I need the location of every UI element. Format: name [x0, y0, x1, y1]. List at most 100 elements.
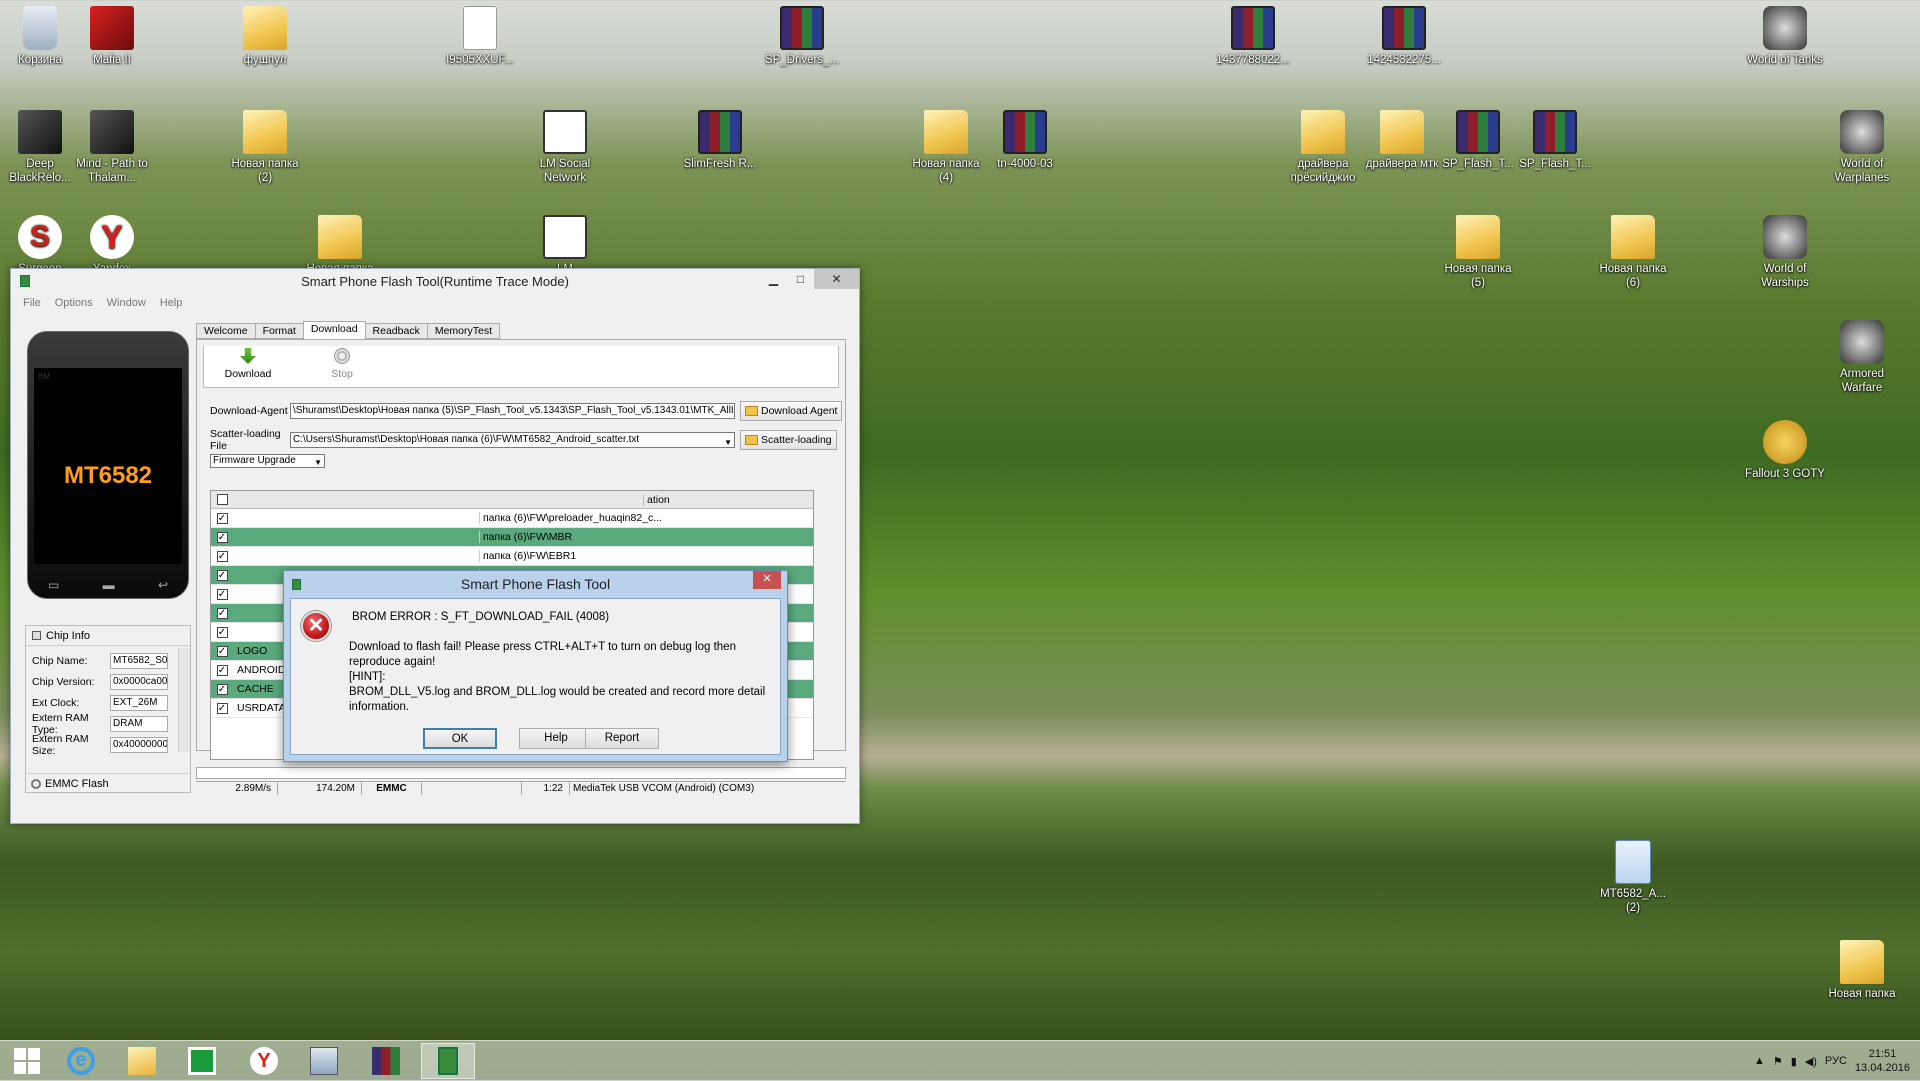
scatter-loading-button[interactable]: Scatter-loading — [740, 430, 837, 450]
desktop-icon[interactable]: Новая папка (5) — [1438, 215, 1518, 290]
partition-checkbox[interactable]: ✓ — [216, 607, 228, 619]
close-button[interactable]: ✕ — [814, 269, 859, 289]
desktop-icon[interactable]: Новая папка — [1822, 940, 1902, 1001]
desktop-icon[interactable]: LM Social Network — [525, 110, 605, 185]
desktop-icon[interactable]: World of Warships — [1745, 215, 1825, 290]
partition-row[interactable]: ✓ папка (6)\FW\preloader_huaqin82_c... — [211, 509, 813, 528]
desktop-icon[interactable]: SlimFresh R... — [680, 110, 760, 171]
tab-welcome[interactable]: Welcome — [196, 323, 256, 339]
scatter-value: C:\Users\Shuramst\Desktop\Новая папка (6… — [293, 434, 640, 445]
clock[interactable]: 21:51 13.04.2016 — [1855, 1047, 1910, 1075]
show-hidden-icons-icon[interactable]: ▲ — [1754, 1055, 1765, 1067]
scatter-input[interactable]: C:\Users\Shuramst\Desktop\Новая папка (6… — [290, 432, 735, 448]
desktop-icon[interactable]: Mind - Path to Thalam... — [72, 110, 152, 185]
chip-info-header[interactable]: Chip Info — [26, 626, 190, 646]
dialog-close-button[interactable]: ✕ — [753, 571, 781, 589]
partition-checkbox[interactable]: ✓ — [216, 645, 228, 657]
partition-checkbox[interactable]: ✓ — [216, 512, 228, 524]
tab-memorytest[interactable]: MemoryTest — [426, 323, 501, 339]
status-bar: 2.89M/s 174.20M EMMC 1:22 MediaTek USB V… — [196, 781, 846, 795]
taskbar-flash-tool[interactable] — [421, 1043, 475, 1079]
firmware-mode-select[interactable]: Firmware Upgrade ▼ — [210, 454, 325, 468]
language-indicator[interactable]: РУС — [1825, 1055, 1847, 1067]
dialog-titlebar[interactable]: Smart Phone Flash Tool ✕ — [284, 571, 787, 598]
desktop-icon-label: фушпул — [243, 54, 287, 66]
start-button[interactable] — [0, 1043, 54, 1079]
desktop-icon[interactable]: tn-4000-03 — [985, 110, 1065, 171]
download-agent-input[interactable]: \Shuramst\Desktop\Новая папка (5)\SP_Fla… — [290, 403, 735, 419]
desktop-icon[interactable]: MT6582_A... (2) — [1593, 840, 1673, 915]
partition-checkbox[interactable]: ✓ — [216, 588, 228, 600]
taskbar-yandex[interactable]: Y — [237, 1043, 291, 1079]
maximize-button[interactable]: □ — [787, 269, 814, 289]
stop-button[interactable]: Stop — [312, 348, 372, 380]
desktop-icon[interactable]: драйвера мтк — [1362, 110, 1442, 171]
chip-field-value[interactable]: EXT_26M — [110, 694, 168, 711]
chip-field-value[interactable]: MT6582_S00 — [110, 652, 168, 669]
flag-icon[interactable]: ⚑ — [1773, 1055, 1783, 1068]
help-button[interactable]: Help — [519, 728, 593, 749]
desktop-icon[interactable]: Новая папка (6) — [1593, 215, 1673, 290]
desktop-icon[interactable]: Armored Warfare — [1822, 320, 1902, 395]
partition-checkbox[interactable]: ✓ — [216, 569, 228, 581]
tab-readback[interactable]: Readback — [364, 323, 428, 339]
report-button[interactable]: Report — [585, 728, 659, 749]
desktop-icon[interactable]: World of Tanks — [1745, 6, 1825, 67]
minimize-button[interactable]: ▁ — [760, 269, 787, 289]
window-titlebar[interactable]: Smart Phone Flash Tool(Runtime Trace Mod… — [11, 269, 859, 293]
desktop-icon-label: SlimFresh R... — [683, 158, 757, 170]
download-button[interactable]: Download — [218, 348, 278, 380]
desktop-icon[interactable]: SP_Drivers_... — [762, 6, 842, 67]
partition-checkbox[interactable]: ✓ — [216, 702, 228, 714]
partition-checkbox[interactable]: ✓ — [216, 664, 228, 676]
menu-help[interactable]: Help — [160, 297, 183, 309]
desktop-icon[interactable]: Mafia II — [72, 6, 152, 67]
desktop-icon[interactable]: I9505XXUF... — [440, 6, 520, 67]
chip-field-value[interactable]: 0x40000000 — [110, 736, 168, 753]
desktop-icon[interactable]: 1437788022... — [1213, 6, 1293, 67]
partition-checkbox[interactable]: ✓ — [216, 531, 228, 543]
desktop-icon[interactable]: SP_Flash_T... — [1438, 110, 1518, 171]
desktop-icon[interactable]: SP_Flash_T... — [1515, 110, 1595, 171]
emmc-flash-item[interactable]: EMMC Flash — [25, 773, 191, 793]
chevron-down-icon[interactable]: ▼ — [724, 436, 732, 447]
partition-row[interactable]: ✓ папка (6)\FW\EBR1 — [211, 547, 813, 566]
desktop-icon[interactable]: World of Warplanes — [1822, 110, 1902, 185]
desktop-icon[interactable]: Корзина — [0, 6, 80, 67]
desktop-icon[interactable]: YYandex — [72, 215, 152, 276]
download-agent-button[interactable]: Download Agent — [740, 401, 843, 421]
volume-icon[interactable]: ◀) — [1805, 1055, 1817, 1068]
taskbar-control-panel[interactable] — [297, 1043, 351, 1079]
desktop-icon-label: SP_Flash_T... — [1442, 158, 1514, 170]
taskbar-winrar[interactable] — [359, 1043, 413, 1079]
chevron-down-icon[interactable]: ▼ — [314, 457, 322, 467]
chip-info-scrollbar[interactable] — [178, 648, 190, 752]
desktop-icon[interactable]: драйвера прёсийджио — [1283, 110, 1363, 185]
taskbar-ie[interactable]: e — [54, 1043, 108, 1079]
network-icon[interactable]: ▮ — [1791, 1055, 1797, 1068]
desktop-icon[interactable]: 1424532275... — [1364, 6, 1444, 67]
partition-checkbox[interactable]: ✓ — [216, 683, 228, 695]
chip-field-value[interactable]: 0x0000ca00 — [110, 673, 168, 690]
desktop-icon[interactable]: Fallout 3 GOTY — [1745, 420, 1825, 481]
ok-button[interactable]: OK — [423, 728, 497, 749]
menu-options[interactable]: Options — [55, 297, 93, 309]
desktop-icon[interactable]: Deep BlackRelo... — [0, 110, 80, 185]
partition-row[interactable]: ✓ папка (6)\FW\MBR — [211, 528, 813, 547]
desktop-icon[interactable]: фушпул — [225, 6, 305, 67]
desktop-icon[interactable]: Новая папка (2) — [225, 110, 305, 185]
error-dialog[interactable]: Smart Phone Flash Tool ✕ ✕ BROM ERROR : … — [283, 570, 788, 762]
menu-file[interactable]: File — [23, 297, 41, 309]
select-all-checkbox[interactable] — [216, 494, 228, 505]
desktop-icon-label: LM Social Network — [539, 158, 591, 184]
chip-field-value[interactable]: DRAM — [110, 715, 168, 732]
menu-window[interactable]: Window — [107, 297, 146, 309]
partition-checkbox[interactable]: ✓ — [216, 550, 228, 562]
partition-checkbox[interactable]: ✓ — [216, 626, 228, 638]
tab-format[interactable]: Format — [254, 323, 304, 339]
tab-download[interactable]: Download — [302, 321, 366, 339]
desktop-icon[interactable]: Новая папка (4) — [906, 110, 986, 185]
taskbar-explorer[interactable] — [115, 1043, 169, 1079]
location-column-header[interactable]: ation — [643, 493, 813, 506]
taskbar-store[interactable] — [175, 1043, 229, 1079]
